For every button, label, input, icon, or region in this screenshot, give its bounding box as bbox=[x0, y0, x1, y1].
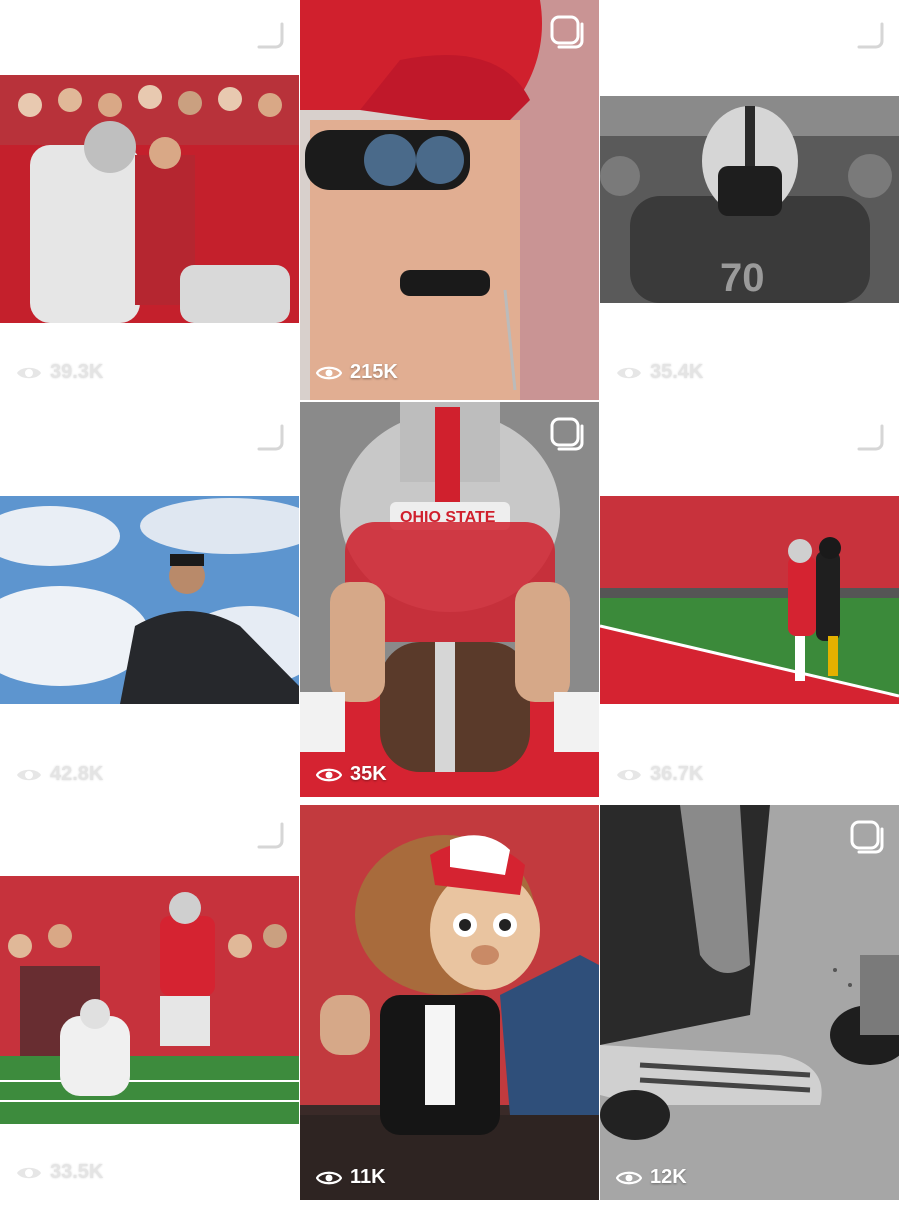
reel-tile-5[interactable]: OHIO STATE 35K bbox=[300, 402, 599, 802]
view-count: 33.5K bbox=[16, 1161, 103, 1184]
eye-icon bbox=[616, 1171, 642, 1184]
eye-icon bbox=[316, 366, 342, 379]
reel-tile-1[interactable]: 39.3K bbox=[0, 0, 299, 400]
view-count: 42.8K bbox=[16, 763, 103, 786]
view-count: 39.3K bbox=[16, 361, 103, 384]
view-count: 11K bbox=[316, 1166, 386, 1189]
reel-icon bbox=[850, 417, 884, 451]
reel-thumbnail bbox=[300, 805, 599, 1200]
svg-text:70: 70 bbox=[720, 256, 765, 300]
reel-tile-8[interactable]: 11K bbox=[300, 805, 599, 1205]
reel-icon bbox=[850, 15, 884, 49]
reels-grid: 39.3K 215K 70 35.4K 42.8K OHIO STATE 35K… bbox=[0, 0, 899, 1205]
view-count: 36.7K bbox=[616, 763, 703, 786]
reel-tile-4[interactable]: 42.8K bbox=[0, 402, 299, 802]
eye-icon bbox=[17, 367, 41, 378]
reel-thumbnail: 70 bbox=[600, 96, 899, 303]
reel-thumbnail bbox=[300, 0, 599, 400]
reel-thumbnail bbox=[600, 805, 899, 1200]
reel-tile-6[interactable]: 36.7K bbox=[600, 402, 899, 802]
eye-icon bbox=[17, 1167, 41, 1178]
reel-thumbnail bbox=[0, 496, 299, 704]
view-count: 215K bbox=[316, 361, 398, 384]
reel-icon bbox=[550, 15, 584, 49]
view-count: 35.4K bbox=[616, 361, 703, 384]
reel-tile-9[interactable]: 12K bbox=[600, 805, 899, 1205]
reel-tile-3[interactable]: 70 35.4K bbox=[600, 0, 899, 400]
reel-icon bbox=[250, 417, 284, 451]
reel-thumbnail: OHIO STATE bbox=[300, 402, 599, 797]
eye-icon bbox=[617, 367, 641, 378]
eye-icon bbox=[17, 769, 41, 780]
view-count: 35K bbox=[316, 763, 387, 786]
reel-icon bbox=[250, 815, 284, 849]
view-count: 12K bbox=[616, 1166, 687, 1189]
reel-thumbnail bbox=[0, 876, 299, 1124]
reel-thumbnail bbox=[600, 496, 899, 704]
eye-icon bbox=[617, 769, 641, 780]
reel-thumbnail bbox=[0, 75, 299, 323]
reel-icon bbox=[850, 820, 884, 854]
reel-tile-2[interactable]: 215K bbox=[300, 0, 599, 400]
reel-tile-7[interactable]: 33.5K bbox=[0, 800, 299, 1200]
eye-icon bbox=[316, 1171, 342, 1184]
reel-icon bbox=[250, 15, 284, 49]
reel-icon bbox=[550, 417, 584, 451]
eye-icon bbox=[316, 768, 342, 781]
